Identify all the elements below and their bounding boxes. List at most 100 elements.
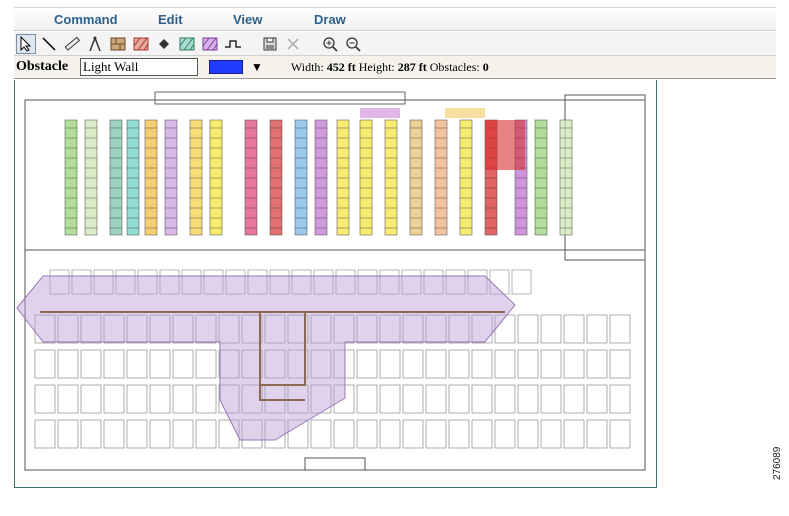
- shelf-row: [84, 119, 98, 236]
- office-room: [517, 349, 539, 379]
- office-room: [333, 419, 355, 449]
- office-room: [448, 384, 470, 414]
- obstacle-properties-bar: Obstacle Light Wall ▼ Width: 452 ft Heig…: [14, 56, 776, 79]
- shelf-row: [359, 119, 373, 236]
- ruler-icon[interactable]: [62, 34, 82, 54]
- office-room: [356, 384, 378, 414]
- office-room: [540, 349, 562, 379]
- office-room: [356, 349, 378, 379]
- office-room: [80, 349, 102, 379]
- office-room: [511, 269, 532, 295]
- height-value: 287 ft: [397, 59, 427, 74]
- shelf-row: [189, 119, 203, 236]
- shelf-row: [534, 119, 548, 236]
- office-room: [494, 349, 516, 379]
- office-room: [126, 349, 148, 379]
- save-icon[interactable]: [260, 34, 280, 54]
- label-box: [360, 108, 400, 118]
- purple-pattern-icon[interactable]: [200, 34, 220, 54]
- office-room: [103, 349, 125, 379]
- menu-draw[interactable]: Draw: [304, 12, 356, 27]
- office-room: [586, 314, 608, 344]
- wall-pattern-icon[interactable]: [108, 34, 128, 54]
- height-label: Height:: [358, 59, 395, 74]
- figure-id: 276089: [772, 446, 783, 480]
- office-room: [425, 419, 447, 449]
- office-room: [80, 419, 102, 449]
- office-room: [57, 349, 79, 379]
- shelf-row: [126, 119, 140, 236]
- obstacle-label: Obstacle: [16, 59, 69, 74]
- obstacles-label: Obstacles:: [429, 59, 480, 74]
- width-label: Width:: [290, 59, 324, 74]
- shelf-row: [269, 119, 283, 236]
- office-room: [195, 349, 217, 379]
- office-room: [517, 384, 539, 414]
- office-room: [563, 384, 585, 414]
- line-tool-icon[interactable]: [39, 34, 59, 54]
- zoom-in-icon[interactable]: [320, 34, 340, 54]
- office-room: [195, 384, 217, 414]
- step-line-icon[interactable]: [223, 34, 243, 54]
- office-room: [448, 419, 470, 449]
- shelf-row: [164, 119, 178, 236]
- office-room: [34, 349, 56, 379]
- delete-icon[interactable]: [283, 34, 303, 54]
- office-room: [494, 384, 516, 414]
- office-room: [586, 384, 608, 414]
- width-value: 452 ft: [326, 59, 356, 74]
- shelf-row: [64, 119, 78, 236]
- office-room: [149, 419, 171, 449]
- top-wing-outline: [154, 91, 406, 105]
- menu-bar: Command Edit View Draw: [14, 7, 776, 31]
- floor-plan-drawing: [16, 91, 646, 471]
- office-room: [540, 314, 562, 344]
- office-room: [563, 349, 585, 379]
- office-room: [172, 349, 194, 379]
- office-room: [195, 419, 217, 449]
- office-room: [517, 314, 539, 344]
- shelf-row: [384, 119, 398, 236]
- office-room: [448, 349, 470, 379]
- office-room: [379, 384, 401, 414]
- office-room: [540, 384, 562, 414]
- right-room-outline: [564, 94, 646, 261]
- obstacle-color-swatch[interactable]: [209, 60, 243, 74]
- color-dropdown-arrow-icon[interactable]: ▼: [251, 60, 263, 74]
- office-room: [402, 349, 424, 379]
- shelf-row: [144, 119, 158, 236]
- hatch-pattern-icon[interactable]: [131, 34, 151, 54]
- menu-command[interactable]: Command: [44, 12, 148, 27]
- menu-edit[interactable]: Edit: [148, 12, 223, 27]
- green-pattern-icon[interactable]: [177, 34, 197, 54]
- obstacles-value: 0: [482, 59, 489, 74]
- office-room: [402, 419, 424, 449]
- office-room: [34, 419, 56, 449]
- office-room: [425, 349, 447, 379]
- shelf-row: [434, 119, 448, 236]
- zoom-out-icon[interactable]: [343, 34, 363, 54]
- office-room: [57, 419, 79, 449]
- office-room: [103, 384, 125, 414]
- office-room: [402, 384, 424, 414]
- compass-icon[interactable]: [85, 34, 105, 54]
- shelf-row: [314, 119, 328, 236]
- shelf-row: [209, 119, 223, 236]
- office-room: [34, 384, 56, 414]
- select-arrow-icon[interactable]: [16, 33, 36, 54]
- label-box: [445, 108, 485, 118]
- shelf-row: [244, 119, 258, 236]
- office-room: [149, 349, 171, 379]
- menu-view[interactable]: View: [223, 12, 304, 27]
- office-room: [563, 419, 585, 449]
- shelf-row: [336, 119, 350, 236]
- office-room: [494, 419, 516, 449]
- obstacle-type-field[interactable]: Light Wall: [80, 58, 198, 76]
- shelf-row: [409, 119, 423, 236]
- office-room: [609, 349, 631, 379]
- office-room: [586, 419, 608, 449]
- office-room: [80, 384, 102, 414]
- diamond-icon[interactable]: [154, 34, 174, 54]
- floor-plan-canvas[interactable]: [14, 80, 657, 488]
- coverage-zone: [16, 275, 516, 441]
